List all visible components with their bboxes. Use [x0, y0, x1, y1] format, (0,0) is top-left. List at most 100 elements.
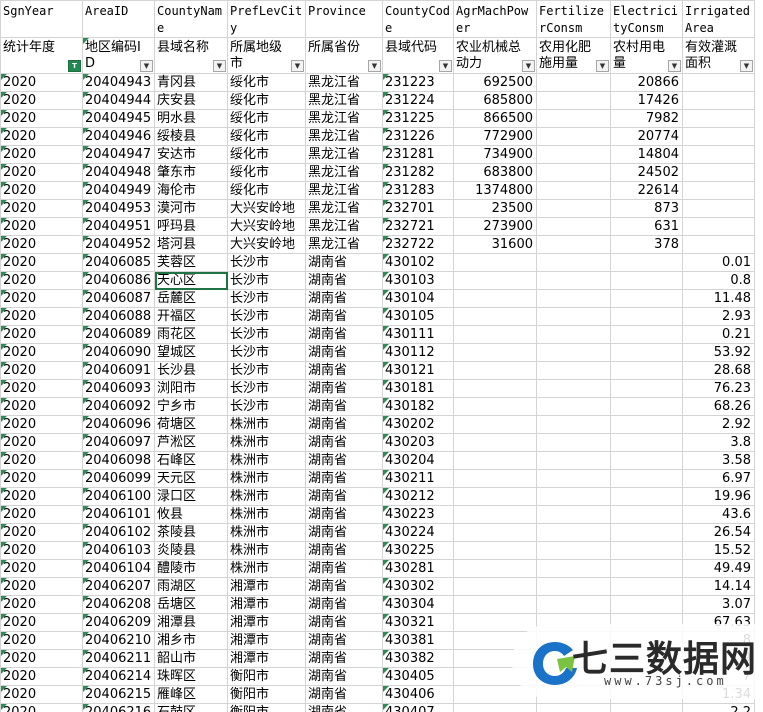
cell-preflevcity[interactable]: 长沙市: [227, 325, 306, 344]
cell-electricityconsm[interactable]: [610, 343, 683, 362]
cell-irrigatedarea[interactable]: 3.8: [682, 433, 755, 452]
cell-electricityconsm[interactable]: [610, 505, 683, 524]
cell-irrigatedarea[interactable]: [682, 235, 755, 254]
cell-irrigatedarea[interactable]: [682, 199, 755, 218]
cell-preflevcity[interactable]: 湘潭市: [227, 649, 306, 668]
cell-preflevcity[interactable]: 湘潭市: [227, 631, 306, 650]
column-label-cell[interactable]: 县域代码 ▼: [382, 37, 454, 74]
cell-countycode[interactable]: 231281: [382, 145, 454, 164]
cell-preflevcity[interactable]: 长沙市: [227, 379, 306, 398]
field-name-cell[interactable]: CountyCode: [382, 0, 454, 38]
cell-agrmachpower[interactable]: [453, 523, 537, 542]
cell-countycode[interactable]: 430381: [382, 631, 454, 650]
cell-preflevcity[interactable]: 衡阳市: [227, 703, 306, 712]
cell-fertilizerconsm[interactable]: [536, 595, 611, 614]
cell-countyname[interactable]: 明水县: [154, 109, 228, 128]
cell-sgnyear[interactable]: 2020: [0, 595, 83, 614]
cell-province[interactable]: 湖南省: [305, 487, 383, 506]
cell-irrigatedarea[interactable]: [682, 181, 755, 200]
cell-countyname[interactable]: 韶山市: [154, 649, 228, 668]
cell-preflevcity[interactable]: 株洲市: [227, 487, 306, 506]
cell-irrigatedarea[interactable]: 68.26: [682, 397, 755, 416]
cell-areaid[interactable]: 20406208: [82, 595, 155, 614]
cell-preflevcity[interactable]: 长沙市: [227, 271, 306, 290]
cell-electricityconsm[interactable]: [610, 361, 683, 380]
filter-dropdown-icon[interactable]: ▼: [213, 60, 226, 72]
filter-dropdown-icon[interactable]: ▼: [522, 60, 535, 72]
cell-countyname[interactable]: 天心区: [154, 271, 228, 290]
column-label-cell[interactable]: 农业机械总动力 ▼: [453, 37, 537, 74]
cell-countycode[interactable]: 231283: [382, 181, 454, 200]
cell-countyname[interactable]: 芦淞区: [154, 433, 228, 452]
cell-irrigatedarea[interactable]: [682, 109, 755, 128]
cell-areaid[interactable]: 20406093: [82, 379, 155, 398]
cell-agrmachpower[interactable]: [453, 253, 537, 272]
cell-electricityconsm[interactable]: [610, 523, 683, 542]
cell-irrigatedarea[interactable]: 0.21: [682, 325, 755, 344]
cell-agrmachpower[interactable]: [453, 361, 537, 380]
cell-fertilizerconsm[interactable]: [536, 145, 611, 164]
cell-areaid[interactable]: 20406088: [82, 307, 155, 326]
cell-sgnyear[interactable]: 2020: [0, 649, 83, 668]
cell-countycode[interactable]: 430104: [382, 289, 454, 308]
cell-sgnyear[interactable]: 2020: [0, 631, 83, 650]
cell-areaid[interactable]: 20406210: [82, 631, 155, 650]
cell-countycode[interactable]: 430102: [382, 253, 454, 272]
cell-irrigatedarea[interactable]: 2.92: [682, 415, 755, 434]
cell-sgnyear[interactable]: 2020: [0, 523, 83, 542]
cell-preflevcity[interactable]: 衡阳市: [227, 667, 306, 686]
cell-electricityconsm[interactable]: [610, 289, 683, 308]
cell-electricityconsm[interactable]: [610, 703, 683, 712]
cell-electricityconsm[interactable]: [610, 379, 683, 398]
cell-areaid[interactable]: 20404943: [82, 73, 155, 92]
cell-fertilizerconsm[interactable]: [536, 397, 611, 416]
cell-province[interactable]: 湖南省: [305, 271, 383, 290]
cell-countyname[interactable]: 青冈县: [154, 73, 228, 92]
cell-sgnyear[interactable]: 2020: [0, 559, 83, 578]
cell-electricityconsm[interactable]: [610, 541, 683, 560]
cell-countyname[interactable]: 开福区: [154, 307, 228, 326]
column-label-cell[interactable]: 县域名称 ▼: [154, 37, 228, 74]
cell-areaid[interactable]: 20406103: [82, 541, 155, 560]
cell-sgnyear[interactable]: 2020: [0, 703, 83, 712]
cell-province[interactable]: 湖南省: [305, 289, 383, 308]
cell-sgnyear[interactable]: 2020: [0, 343, 83, 362]
cell-agrmachpower[interactable]: 692500: [453, 73, 537, 92]
cell-electricityconsm[interactable]: 20866: [610, 73, 683, 92]
cell-countyname[interactable]: 渌口区: [154, 487, 228, 506]
cell-irrigatedarea[interactable]: [682, 127, 755, 146]
field-name-cell[interactable]: IrrigatedArea: [682, 0, 755, 38]
cell-fertilizerconsm[interactable]: [536, 469, 611, 488]
cell-province[interactable]: 黑龙江省: [305, 127, 383, 146]
cell-countycode[interactable]: 430382: [382, 649, 454, 668]
cell-preflevcity[interactable]: 株洲市: [227, 415, 306, 434]
cell-fertilizerconsm[interactable]: [536, 325, 611, 344]
cell-sgnyear[interactable]: 2020: [0, 127, 83, 146]
cell-agrmachpower[interactable]: 772900: [453, 127, 537, 146]
cell-irrigatedarea[interactable]: 53.92: [682, 343, 755, 362]
cell-irrigatedarea[interactable]: [682, 145, 755, 164]
filter-dropdown-icon[interactable]: ▼: [291, 60, 304, 72]
filter-dropdown-icon[interactable]: ▼: [439, 60, 452, 72]
cell-countyname[interactable]: 呼玛县: [154, 217, 228, 236]
cell-countycode[interactable]: 430405: [382, 667, 454, 686]
cell-preflevcity[interactable]: 大兴安岭地: [227, 199, 306, 218]
cell-fertilizerconsm[interactable]: [536, 199, 611, 218]
cell-areaid[interactable]: 20406087: [82, 289, 155, 308]
cell-province[interactable]: 黑龙江省: [305, 181, 383, 200]
cell-areaid[interactable]: 20406090: [82, 343, 155, 362]
cell-countycode[interactable]: 430103: [382, 271, 454, 290]
cell-sgnyear[interactable]: 2020: [0, 415, 83, 434]
cell-countyname[interactable]: 雨花区: [154, 325, 228, 344]
cell-agrmachpower[interactable]: [453, 541, 537, 560]
cell-preflevcity[interactable]: 株洲市: [227, 559, 306, 578]
cell-areaid[interactable]: 20406104: [82, 559, 155, 578]
cell-irrigatedarea[interactable]: 43.6: [682, 505, 755, 524]
cell-preflevcity[interactable]: 绥化市: [227, 91, 306, 110]
cell-fertilizerconsm[interactable]: [536, 523, 611, 542]
cell-province[interactable]: 湖南省: [305, 505, 383, 524]
cell-preflevcity[interactable]: 株洲市: [227, 451, 306, 470]
cell-countyname[interactable]: 芙蓉区: [154, 253, 228, 272]
cell-electricityconsm[interactable]: [610, 253, 683, 272]
cell-sgnyear[interactable]: 2020: [0, 613, 83, 632]
